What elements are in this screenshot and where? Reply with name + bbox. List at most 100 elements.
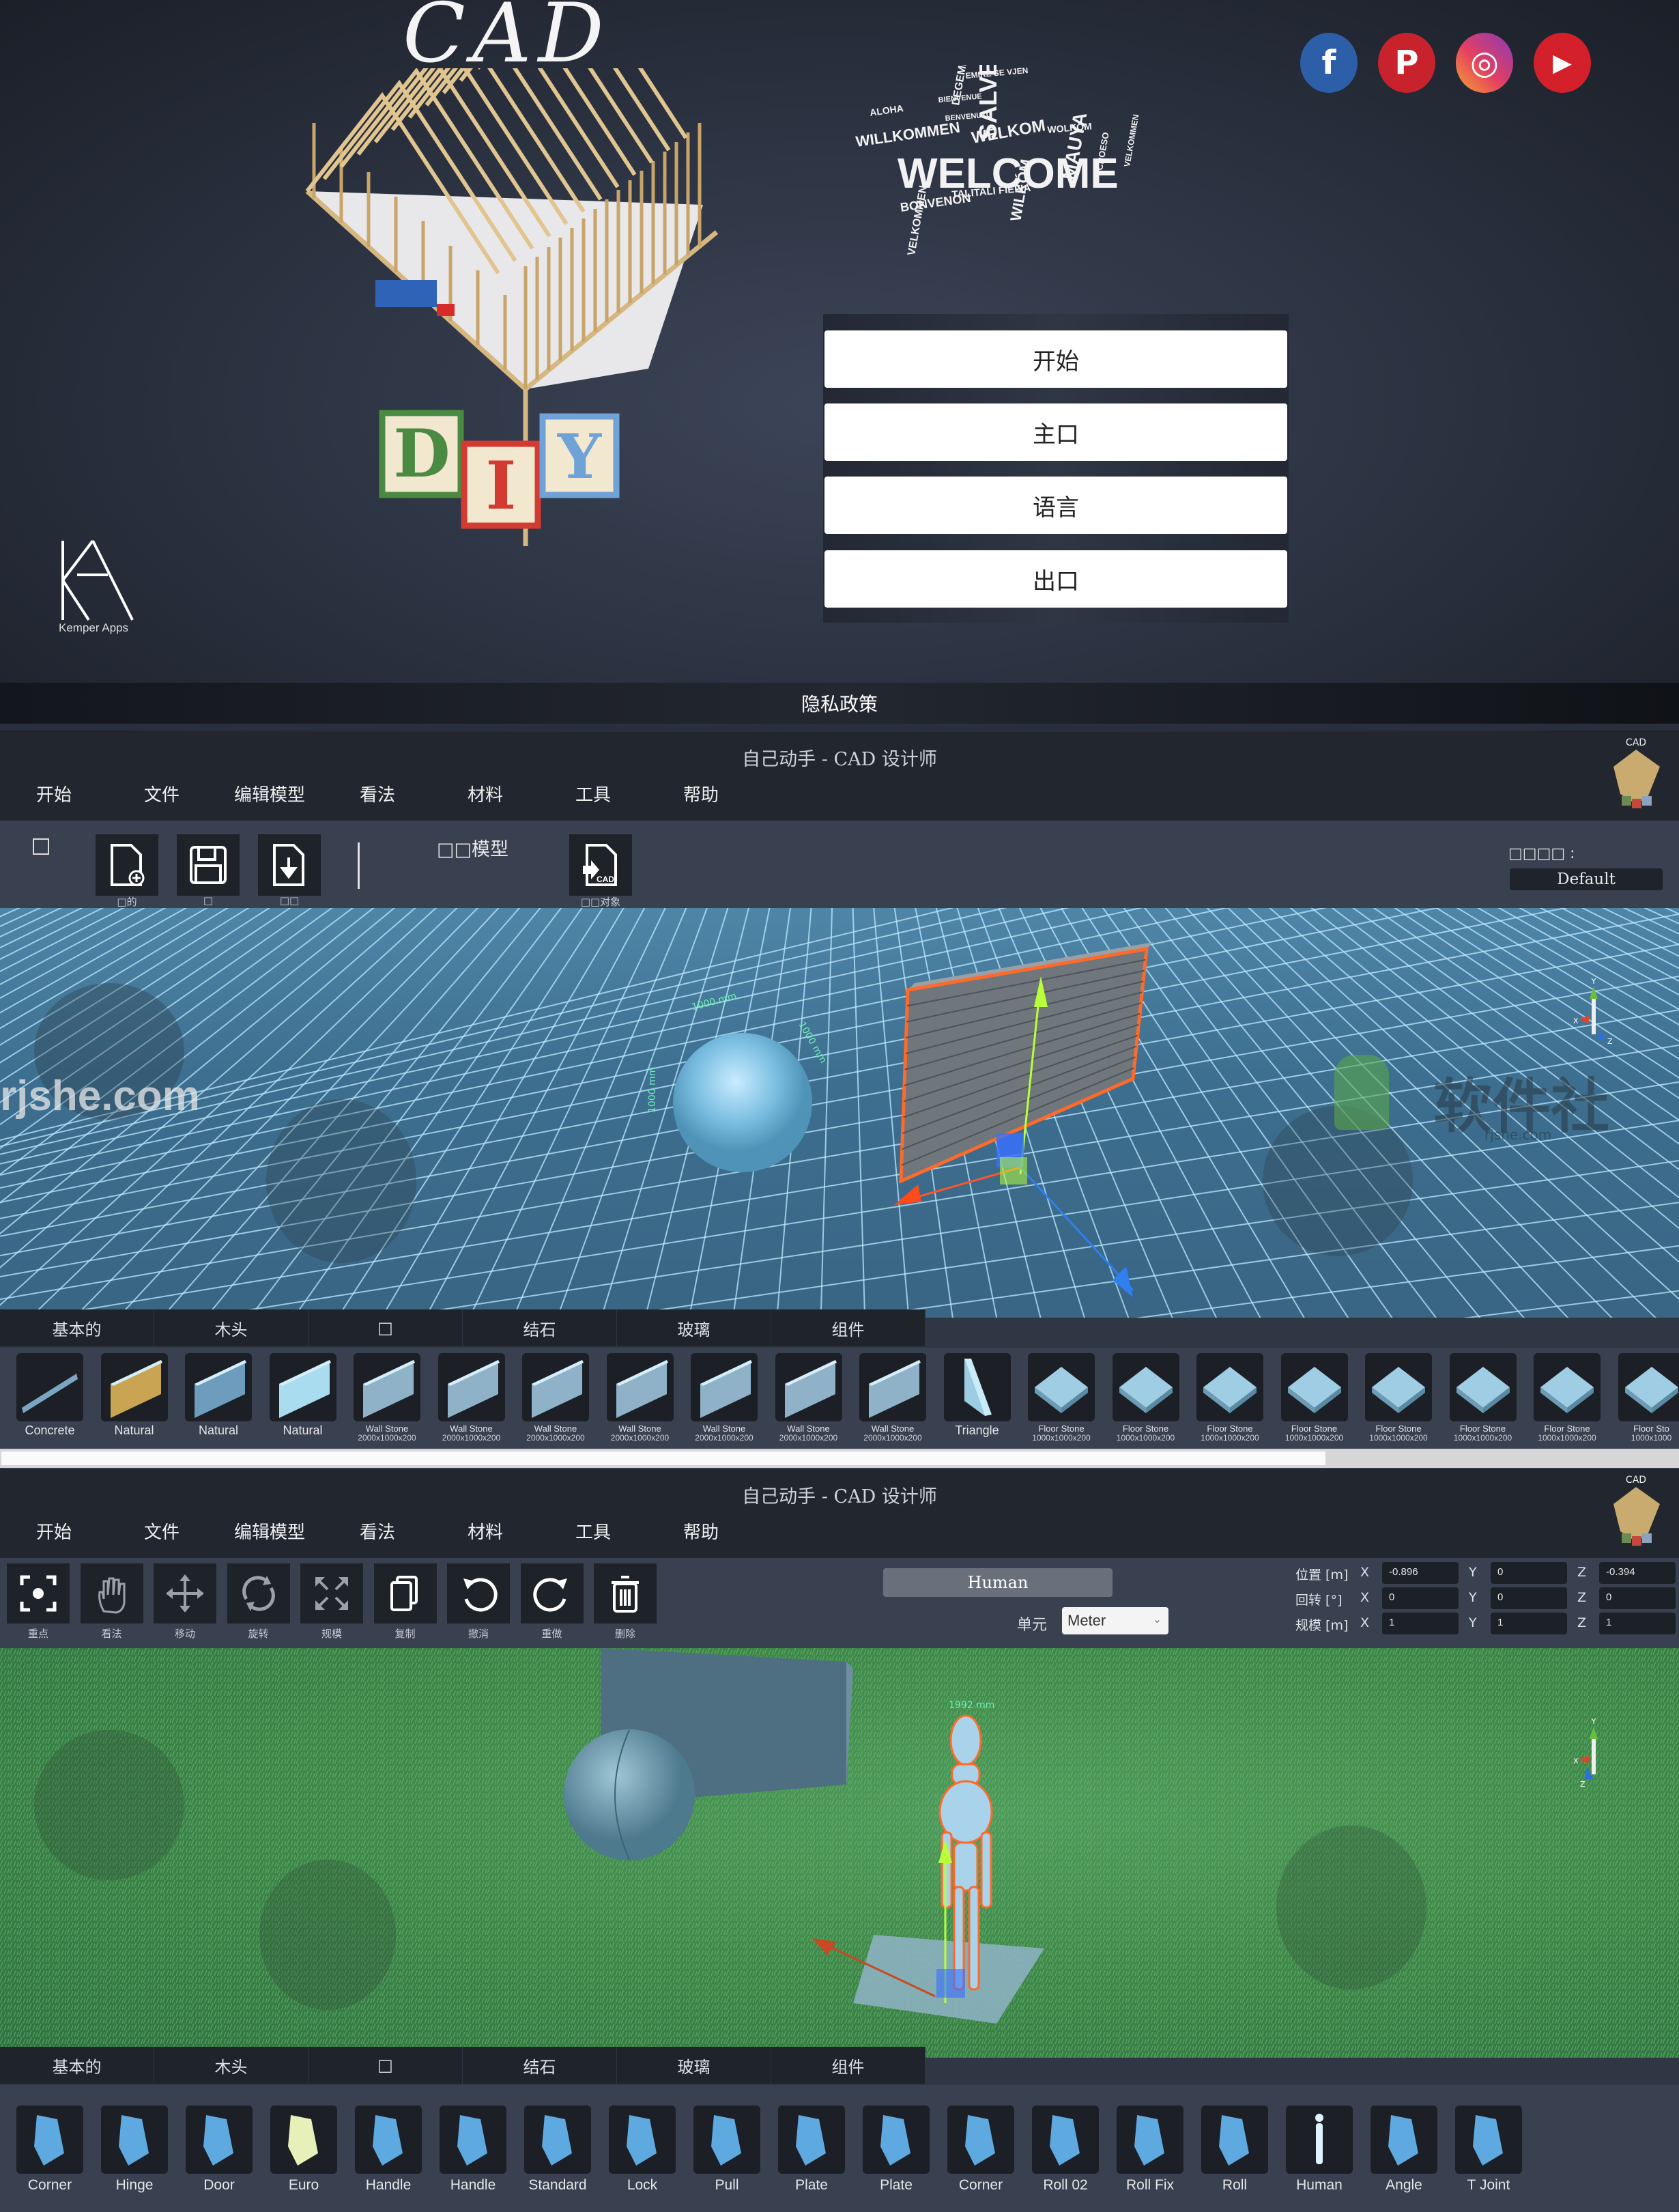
material-item[interactable]: Wall Stone 2000x1000x200 <box>354 1353 420 1443</box>
cad-import-button[interactable]: CAD <box>569 834 632 896</box>
scrollbar-thumb[interactable] <box>1 1451 1326 1465</box>
menu-view[interactable]: 看法 <box>324 1518 431 1552</box>
tab-unknown[interactable]: □ <box>308 2047 462 2084</box>
component-item[interactable]: Handle <box>440 2105 506 2192</box>
tab-basic[interactable]: 基本的 <box>0 1309 154 1346</box>
orientation-gizmo-icon[interactable]: Y X Z <box>1573 977 1613 1046</box>
menu-material[interactable]: 材料 <box>431 781 539 815</box>
tab-stone[interactable]: 结石 <box>463 2047 616 2084</box>
scale-y-input[interactable]: 1 <box>1491 1613 1567 1634</box>
facebook-icon[interactable]: f <box>1300 33 1358 93</box>
material-item[interactable]: Wall Stone 2000x1000x200 <box>606 1353 674 1443</box>
rotation-z-input[interactable]: 0 <box>1599 1587 1676 1609</box>
component-item[interactable]: Roll Fix <box>1117 2105 1183 2192</box>
component-item[interactable]: Roll <box>1201 2105 1268 2192</box>
tab-components[interactable]: 组件 <box>771 1309 925 1346</box>
editor2-viewport[interactable]: 1992 mm Y X Z <box>0 1648 1679 2058</box>
menu-view[interactable]: 看法 <box>324 781 431 815</box>
material-item[interactable]: Concrete <box>16 1353 83 1436</box>
component-item[interactable]: Plate <box>778 2105 845 2192</box>
ball-object[interactable] <box>564 1729 695 1860</box>
sphere-object[interactable] <box>673 1033 812 1172</box>
material-item[interactable]: Floor Stone 1000x1000x200 <box>1365 1353 1432 1443</box>
component-item[interactable]: Angle <box>1371 2105 1437 2192</box>
menu-tools[interactable]: 工具 <box>539 1518 647 1552</box>
material-item[interactable]: Wall Stone 2000x1000x200 <box>522 1353 589 1443</box>
wall-stone-object[interactable] <box>899 942 1153 1184</box>
toolbar-checkbox[interactable] <box>33 838 49 855</box>
material-item[interactable]: Floor Stone 1000x1000x200 <box>1196 1353 1263 1443</box>
focus-tool-button[interactable] <box>7 1563 70 1623</box>
editor1-viewport[interactable]: 1000 mm 1000 mm 1000 mm Y X Z rjshe.com … <box>0 908 1679 1318</box>
privacy-policy-link[interactable]: 隐私政策 <box>0 683 1679 731</box>
save-button[interactable] <box>177 834 240 896</box>
material-item[interactable]: Natural <box>269 1353 336 1436</box>
copy-tool-button[interactable] <box>373 1563 437 1623</box>
menu-help[interactable]: 帮助 <box>647 1518 755 1552</box>
menu-file[interactable]: 文件 <box>108 1518 216 1552</box>
component-item[interactable]: Roll 02 <box>1032 2105 1099 2192</box>
new-file-button[interactable] <box>96 834 158 896</box>
component-item[interactable]: T Joint <box>1455 2105 1522 2192</box>
import-button[interactable] <box>258 834 321 896</box>
menu-help[interactable]: 帮助 <box>647 781 755 815</box>
undo-tool-button[interactable] <box>447 1563 510 1623</box>
material-item[interactable]: Natural <box>100 1353 168 1436</box>
tab-glass[interactable]: 玻璃 <box>617 2047 771 2084</box>
scale-x-input[interactable]: 1 <box>1382 1613 1459 1634</box>
rotation-x-input[interactable]: 0 <box>1382 1587 1459 1609</box>
material-item[interactable]: Floor Stone 1000x1000x200 <box>1534 1353 1601 1443</box>
language-button[interactable]: 语言 <box>824 477 1287 534</box>
menu-file[interactable]: 文件 <box>108 781 216 815</box>
component-item[interactable]: Handle <box>355 2105 422 2192</box>
hand-tool-button[interactable] <box>80 1563 143 1623</box>
menu-start[interactable]: 开始 <box>0 781 108 815</box>
redo-tool-button[interactable] <box>520 1563 584 1623</box>
component-item[interactable]: Corner <box>16 2105 83 2192</box>
menu-start[interactable]: 开始 <box>0 1518 108 1552</box>
component-item[interactable]: Door <box>186 2105 253 2192</box>
tab-components[interactable]: 组件 <box>771 2047 925 2084</box>
position-x-input[interactable]: -0.896 <box>1382 1562 1459 1584</box>
material-item[interactable]: Wall Stone 2000x1000x200 <box>775 1353 842 1443</box>
pinterest-icon[interactable]: P <box>1378 33 1435 93</box>
material-item[interactable]: Natural <box>185 1353 252 1436</box>
menu-edit-model[interactable]: 编辑模型 <box>216 1518 324 1552</box>
component-item[interactable]: Hinge <box>101 2105 168 2192</box>
position-y-input[interactable]: 0 <box>1491 1562 1567 1584</box>
material-item[interactable]: Wall Stone 2000x1000x200 <box>859 1353 926 1443</box>
component-item[interactable]: Pull <box>693 2105 760 2192</box>
start-button[interactable]: 开始 <box>824 330 1287 388</box>
palette-scrollbar[interactable] <box>0 1449 1679 1468</box>
material-item[interactable]: Floor Stone 1000x1000x200 <box>1280 1353 1348 1443</box>
tab-unknown[interactable]: □ <box>308 1309 462 1346</box>
component-item[interactable]: Corner <box>947 2105 1014 2192</box>
material-item[interactable]: Wall Stone 2000x1000x200 <box>691 1353 758 1443</box>
menu-edit-model[interactable]: 编辑模型 <box>216 781 324 815</box>
material-item[interactable]: Floor Stone 1000x1000x200 <box>1112 1353 1179 1443</box>
exit-button[interactable]: 出口 <box>824 550 1287 608</box>
tab-wood[interactable]: 木头 <box>154 2047 308 2084</box>
material-item[interactable]: Floor Sto 1000x1000 <box>1618 1353 1679 1443</box>
menu-material[interactable]: 材料 <box>431 1518 539 1552</box>
tab-wood[interactable]: 木头 <box>154 1309 308 1346</box>
tab-stone[interactable]: 结石 <box>463 1309 616 1346</box>
main-button[interactable]: 主口 <box>824 403 1287 461</box>
component-item[interactable]: Standard <box>524 2105 591 2192</box>
material-item[interactable]: Wall Stone 2000x1000x200 <box>437 1353 505 1443</box>
selected-object-name[interactable]: Human <box>883 1568 1113 1597</box>
tab-glass[interactable]: 玻璃 <box>617 1309 771 1346</box>
material-item[interactable]: Floor Stone 1000x1000x200 <box>1449 1353 1517 1443</box>
scale-tool-button[interactable] <box>300 1563 363 1623</box>
component-item[interactable]: Lock <box>609 2105 676 2192</box>
instagram-icon[interactable]: ◎ <box>1456 33 1513 93</box>
trash-tool-button[interactable] <box>594 1563 657 1623</box>
youtube-icon[interactable]: ▶ <box>1534 33 1591 93</box>
scale-z-input[interactable]: 1 <box>1599 1613 1676 1634</box>
material-item[interactable]: Triangle <box>943 1353 1011 1436</box>
component-item[interactable]: Human <box>1286 2105 1353 2192</box>
material-item[interactable]: Floor Stone 1000x1000x200 <box>1028 1353 1095 1443</box>
tab-basic[interactable]: 基本的 <box>0 2047 154 2084</box>
menu-tools[interactable]: 工具 <box>539 781 647 815</box>
component-item[interactable]: Plate <box>863 2105 930 2192</box>
